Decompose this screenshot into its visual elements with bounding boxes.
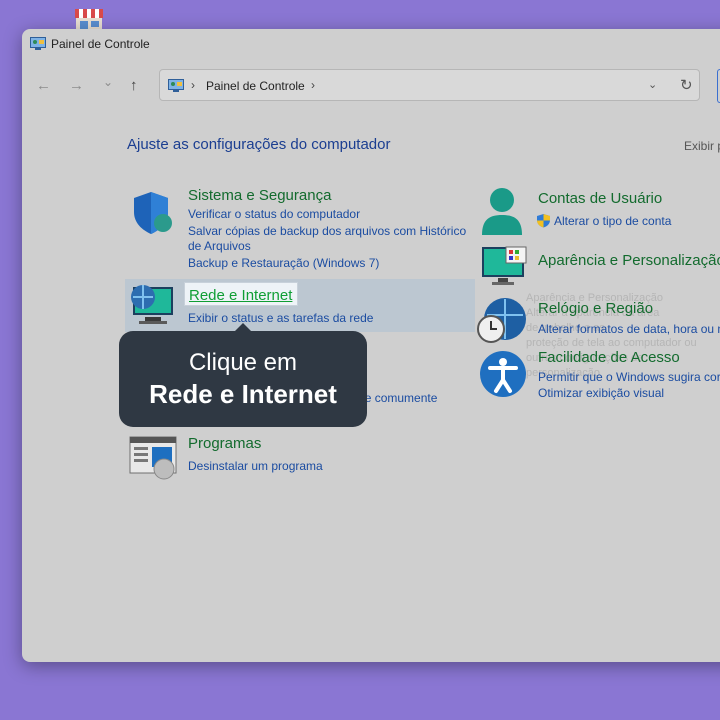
breadcrumb-separator: › bbox=[191, 78, 195, 92]
link-windows-suggest-settings[interactable]: Permitir que o Windows sugira cor bbox=[538, 370, 720, 384]
up-button[interactable]: ↑ bbox=[130, 77, 138, 94]
link-check-computer-status[interactable]: Verificar o status do computador bbox=[188, 207, 360, 221]
back-button[interactable]: ← bbox=[36, 77, 51, 94]
control-panel-window: Painel de Controle ← → ⌄ ↑ › Painel de C… bbox=[22, 29, 720, 662]
category-title-network-internet[interactable]: Rede e Internet bbox=[184, 282, 298, 306]
category-title-appearance[interactable]: Aparência e Personalização bbox=[538, 252, 720, 269]
page-heading: Ajuste as configurações do computador bbox=[127, 136, 391, 153]
link-uninstall-program[interactable]: Desinstalar um programa bbox=[188, 459, 323, 473]
window-title: Painel de Controle bbox=[51, 37, 150, 51]
callout-line-2: Rede e Internet bbox=[149, 379, 337, 409]
toolbar: ← → ⌄ ↑ › Painel de Controle › ⌄ ↻ bbox=[22, 69, 720, 103]
control-panel-icon bbox=[30, 37, 46, 50]
control-panel-icon bbox=[168, 79, 184, 92]
view-by-label[interactable]: Exibir p bbox=[684, 139, 720, 153]
uac-shield-icon bbox=[537, 214, 550, 228]
link-change-account-type[interactable]: Alterar o tipo de conta bbox=[554, 214, 671, 228]
recent-locations-button[interactable]: ⌄ bbox=[103, 75, 113, 89]
category-title-clock-region[interactable]: Relógio e Região bbox=[538, 300, 653, 317]
address-bar[interactable]: › Painel de Controle › ⌄ ↻ bbox=[159, 69, 700, 101]
address-dropdown-icon[interactable]: ⌄ bbox=[648, 78, 657, 91]
category-title-programs[interactable]: Programas bbox=[188, 435, 261, 452]
category-title-system-security[interactable]: Sistema e Segurança bbox=[188, 187, 331, 204]
shield-icon bbox=[134, 192, 172, 234]
callout-line-1: Clique em bbox=[188, 349, 298, 376]
link-save-backup-history[interactable]: Salvar cópias de backup dos arquivos com… bbox=[188, 224, 466, 238]
link-save-backup-history-cont[interactable]: de Arquivos bbox=[188, 239, 251, 253]
accessibility-icon bbox=[480, 351, 526, 397]
title-bar[interactable]: Painel de Controle bbox=[22, 29, 720, 59]
category-title-user-accounts[interactable]: Contas de Usuário bbox=[538, 190, 662, 207]
clock-globe-icon bbox=[477, 298, 526, 343]
breadcrumb-control-panel[interactable]: Painel de Controle bbox=[206, 79, 305, 93]
refresh-icon[interactable]: ↻ bbox=[680, 76, 693, 94]
appearance-monitor-icon bbox=[482, 246, 527, 285]
network-globe-icon bbox=[131, 285, 173, 324]
link-optimize-visual-display[interactable]: Otimizar exibição visual bbox=[538, 386, 664, 400]
link-view-network-status[interactable]: Exibir o status e as tarefas da rede bbox=[188, 311, 373, 325]
programs-icon bbox=[129, 436, 177, 480]
category-title-ease-of-access[interactable]: Facilidade de Acesso bbox=[538, 349, 680, 366]
breadcrumb-chevron-icon[interactable]: › bbox=[311, 78, 315, 92]
link-backup-restore[interactable]: Backup e Restauração (Windows 7) bbox=[188, 256, 379, 270]
network-internet-link-text[interactable]: Rede e Internet bbox=[189, 287, 292, 304]
link-change-date-formats[interactable]: Alterar formatos de data, hora ou n bbox=[538, 322, 720, 336]
user-icon bbox=[482, 188, 522, 235]
instruction-callout: Clique em Rede e Internet bbox=[119, 323, 367, 427]
forward-button[interactable]: → bbox=[69, 77, 84, 94]
